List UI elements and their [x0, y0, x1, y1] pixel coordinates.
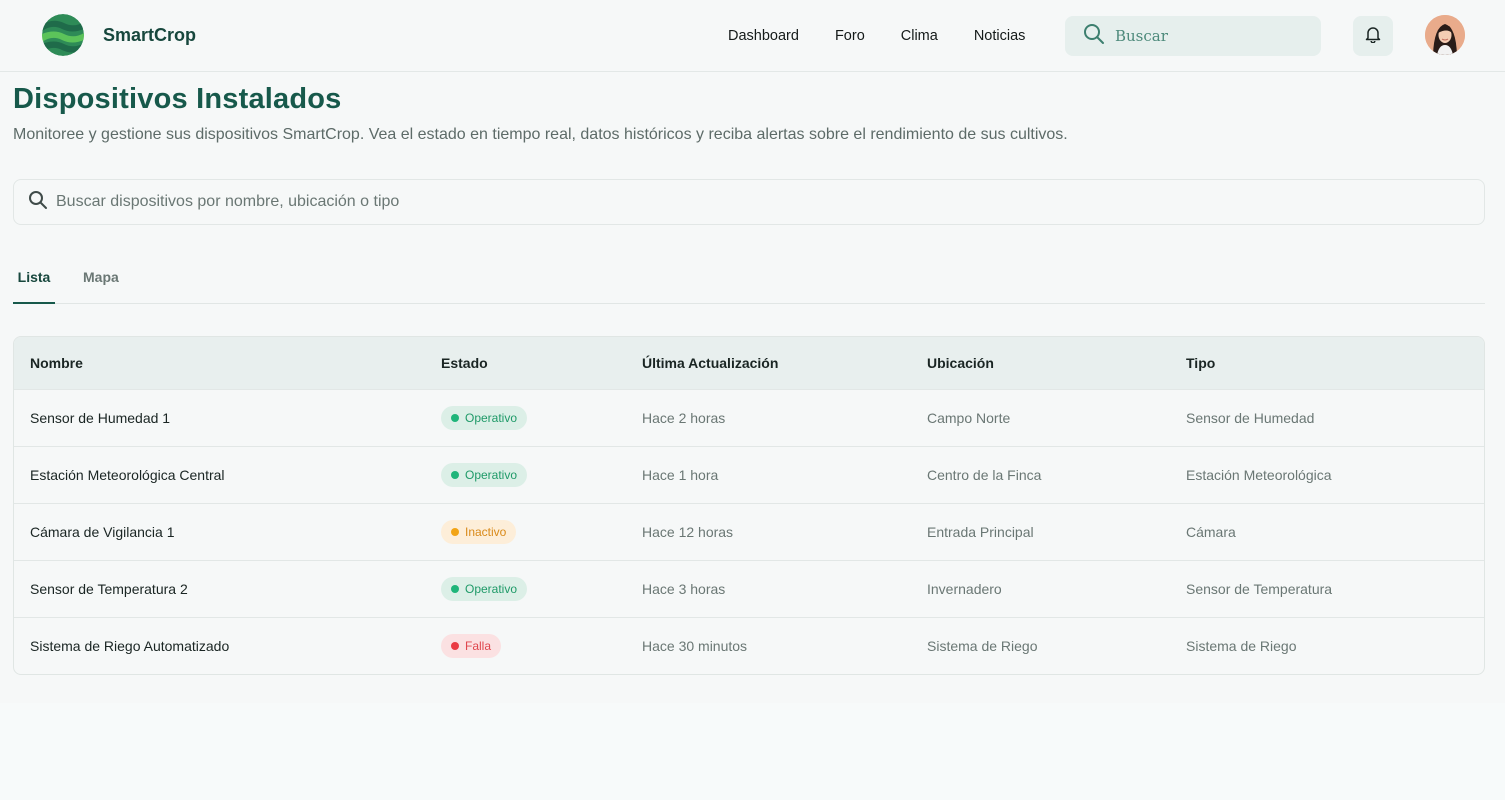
search-icon [28, 190, 48, 215]
status-dot-icon [451, 413, 459, 422]
main-content: Dispositivos Instalados Monitoree y gest… [13, 72, 1485, 675]
nav-foro[interactable]: Foro [835, 28, 865, 44]
status-badge: Inactivo [441, 519, 517, 544]
table-header-row: Nombre Estado Última Actualización Ubica… [14, 337, 1484, 389]
device-name: Estación Meteorológica Central [30, 466, 225, 483]
status-badge: Operativo [441, 462, 528, 487]
page-subtitle: Monitoree y gestione sus dispositivos Sm… [13, 126, 1068, 143]
nav-clima[interactable]: Clima [901, 28, 938, 44]
table-row[interactable]: Sistema de Riego Automatizado Falla Hace… [14, 617, 1484, 674]
view-tabs: Lista Mapa [13, 261, 1485, 304]
page-footer-space [0, 703, 1505, 800]
devices-table: Nombre Estado Última Actualización Ubica… [14, 337, 1484, 674]
tab-mapa[interactable]: Mapa [83, 261, 119, 304]
status-badge: Falla [441, 633, 502, 658]
table-row[interactable]: Sensor de Humedad 1 Operativo Hace 2 hor… [14, 389, 1484, 446]
status-badge: Operativo [441, 405, 528, 430]
bell-icon [1364, 25, 1382, 48]
avatar[interactable] [1425, 15, 1465, 55]
column-header-estado[interactable]: Estado [425, 337, 626, 389]
search-icon [1083, 23, 1105, 50]
header-search-input[interactable] [1115, 27, 1305, 45]
device-type: Sistema de Riego [1186, 637, 1297, 654]
device-search-input[interactable] [56, 193, 956, 211]
device-name: Sensor de Temperatura 2 [30, 580, 188, 597]
status-cell: Inactivo [425, 503, 626, 560]
status-label: Inactivo [465, 524, 507, 539]
device-location: Centro de la Finca [927, 466, 1042, 483]
status-cell: Operativo [425, 389, 626, 446]
top-navbar: SmartCrop Dashboard Foro Clima Noticias [0, 0, 1505, 72]
last-update: Hace 30 minutos [642, 637, 748, 654]
device-type: Sensor de Temperatura [1186, 580, 1333, 597]
logo[interactable]: SmartCrop [42, 14, 196, 56]
device-name: Cámara de Vigilancia 1 [30, 523, 175, 540]
status-dot-icon [451, 584, 459, 593]
logo-icon [42, 14, 84, 56]
device-type: Estación Meteorológica [1186, 466, 1332, 483]
status-cell: Operativo [425, 446, 626, 503]
last-update: Hace 1 hora [642, 466, 719, 483]
device-location: Campo Norte [927, 409, 1011, 426]
status-dot-icon [451, 641, 459, 650]
notifications-button[interactable] [1353, 16, 1393, 56]
status-label: Operativo [465, 467, 518, 482]
column-header-nombre[interactable]: Nombre [14, 337, 425, 389]
device-type: Cámara [1186, 523, 1236, 540]
nav-noticias[interactable]: Noticias [974, 28, 1026, 44]
nav-dashboard[interactable]: Dashboard [728, 28, 799, 44]
device-name: Sistema de Riego Automatizado [30, 637, 230, 654]
status-cell: Operativo [425, 560, 626, 617]
status-label: Operativo [465, 410, 518, 425]
last-update: Hace 12 horas [642, 523, 734, 540]
main-nav: Dashboard Foro Clima Noticias [728, 0, 1061, 72]
status-label: Falla [465, 638, 492, 653]
table-row[interactable]: Sensor de Temperatura 2 Operativo Hace 3… [14, 560, 1484, 617]
status-cell: Falla [425, 617, 626, 674]
status-dot-icon [451, 470, 459, 479]
device-type: Sensor de Humedad [1186, 409, 1315, 426]
device-name: Sensor de Humedad 1 [30, 409, 171, 426]
devices-table-card: Nombre Estado Última Actualización Ubica… [13, 336, 1485, 675]
status-badge: Operativo [441, 576, 528, 601]
device-location: Invernadero [927, 580, 1002, 597]
page-title: Dispositivos Instalados [13, 83, 342, 115]
device-location: Entrada Principal [927, 523, 1034, 540]
tab-lista[interactable]: Lista [13, 261, 55, 304]
column-header-ubicacion[interactable]: Ubicación [911, 337, 1170, 389]
column-header-tipo[interactable]: Tipo [1170, 337, 1484, 389]
last-update: Hace 3 horas [642, 580, 726, 597]
table-row[interactable]: Estación Meteorológica Central Operativo… [14, 446, 1484, 503]
header-search[interactable] [1065, 16, 1321, 56]
brand-name: SmartCrop [103, 24, 197, 45]
last-update: Hace 2 horas [642, 409, 726, 426]
status-dot-icon [451, 527, 459, 536]
table-row[interactable]: Cámara de Vigilancia 1 Inactivo Hace 12 … [14, 503, 1484, 560]
device-location: Sistema de Riego [927, 637, 1038, 654]
device-search[interactable] [13, 179, 1485, 225]
status-label: Operativo [465, 581, 518, 596]
column-header-actualizacion[interactable]: Última Actualización [626, 337, 911, 389]
